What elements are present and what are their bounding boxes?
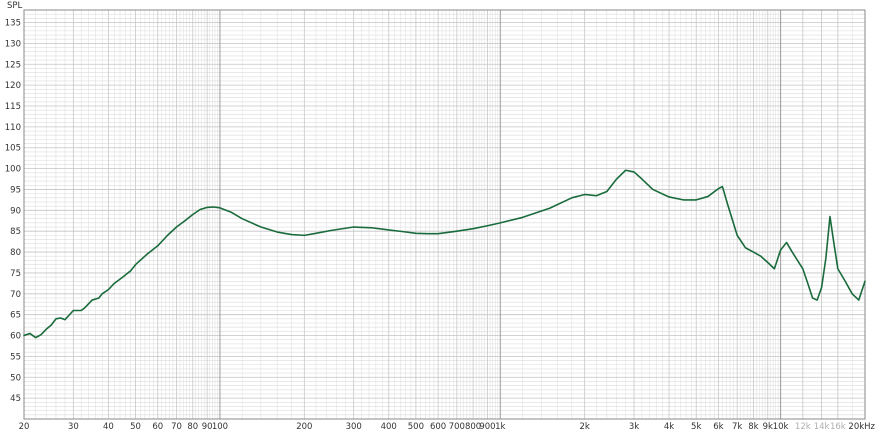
x-tick-label: 12k bbox=[795, 422, 811, 432]
y-tick-label: 105 bbox=[5, 144, 21, 154]
x-tick-label: 400 bbox=[381, 422, 397, 432]
x-tick-label: 30 bbox=[68, 422, 79, 432]
x-tick-label: 60 bbox=[152, 422, 163, 432]
x-tick-label: 7k bbox=[732, 422, 742, 432]
y-axis-ticks: 45 50 55 60 65 70 75 80 85 90 95 100 105 110 115 120 125… bbox=[5, 19, 21, 405]
x-tick-label: 100 bbox=[212, 422, 228, 432]
y-tick-label: 135 bbox=[5, 19, 21, 29]
y-tick-label: 80 bbox=[10, 248, 21, 258]
y-tick-label: 100 bbox=[5, 165, 21, 175]
y-axis-label: SPL bbox=[7, 1, 23, 11]
x-tick-label: 80 bbox=[187, 422, 198, 432]
x-tick-label: 4k bbox=[664, 422, 674, 432]
y-tick-label: 75 bbox=[10, 269, 21, 279]
x-tick-label: 9k bbox=[763, 422, 773, 432]
y-tick-label: 60 bbox=[10, 332, 21, 342]
y-tick-label: 110 bbox=[5, 123, 21, 133]
x-tick-label: 3k bbox=[629, 422, 639, 432]
series-line bbox=[23, 169, 866, 339]
x-tick-label: 1k bbox=[495, 422, 505, 432]
y-tick-label: 85 bbox=[10, 227, 21, 237]
x-tick-label: 14k bbox=[814, 422, 830, 432]
frequency-response-chart: 45 50 55 60 65 70 75 80 85 90 95 100 105 110 115 120 125… bbox=[5, 1, 876, 432]
x-tick-label: 500 bbox=[408, 422, 424, 432]
x-tick-label: 20 bbox=[19, 422, 30, 432]
x-tick-label: 5k bbox=[691, 422, 701, 432]
y-tick-label: 90 bbox=[10, 206, 21, 216]
y-tick-label: 50 bbox=[10, 373, 21, 383]
y-tick-label: 95 bbox=[10, 185, 21, 195]
x-tick-label: 6k bbox=[713, 422, 723, 432]
y-tick-label: 70 bbox=[10, 290, 21, 300]
y-tick-label: 45 bbox=[10, 394, 21, 404]
minor-grid bbox=[24, 9, 865, 419]
y-tick-label: 65 bbox=[10, 311, 21, 321]
x-tick-label: 700 bbox=[449, 422, 465, 432]
y-tick-label: 55 bbox=[10, 352, 21, 362]
x-tick-label: 20kHz bbox=[848, 422, 875, 432]
series-group bbox=[23, 169, 866, 339]
y-tick-label: 120 bbox=[5, 81, 21, 91]
x-axis-ticks: 20 30 40 50 60 70 80 90 100 200 300 400 500 600 700 800… bbox=[19, 422, 876, 432]
x-tick-label: 16k bbox=[830, 422, 846, 432]
x-tick-label: 600 bbox=[430, 422, 446, 432]
x-tick-label: 2k bbox=[579, 422, 589, 432]
x-tick-label: 900 bbox=[479, 422, 495, 432]
y-tick-label: 115 bbox=[5, 102, 21, 112]
x-tick-label: 50 bbox=[130, 422, 141, 432]
x-tick-label: 70 bbox=[171, 422, 182, 432]
x-tick-label: 40 bbox=[103, 422, 114, 432]
y-tick-label: 130 bbox=[5, 39, 21, 49]
y-tick-label: 125 bbox=[5, 60, 21, 70]
x-tick-label: 200 bbox=[296, 422, 312, 432]
x-tick-label: 300 bbox=[346, 422, 362, 432]
x-tick-label: 8k bbox=[748, 422, 758, 432]
x-tick-label: 10k bbox=[773, 422, 789, 432]
